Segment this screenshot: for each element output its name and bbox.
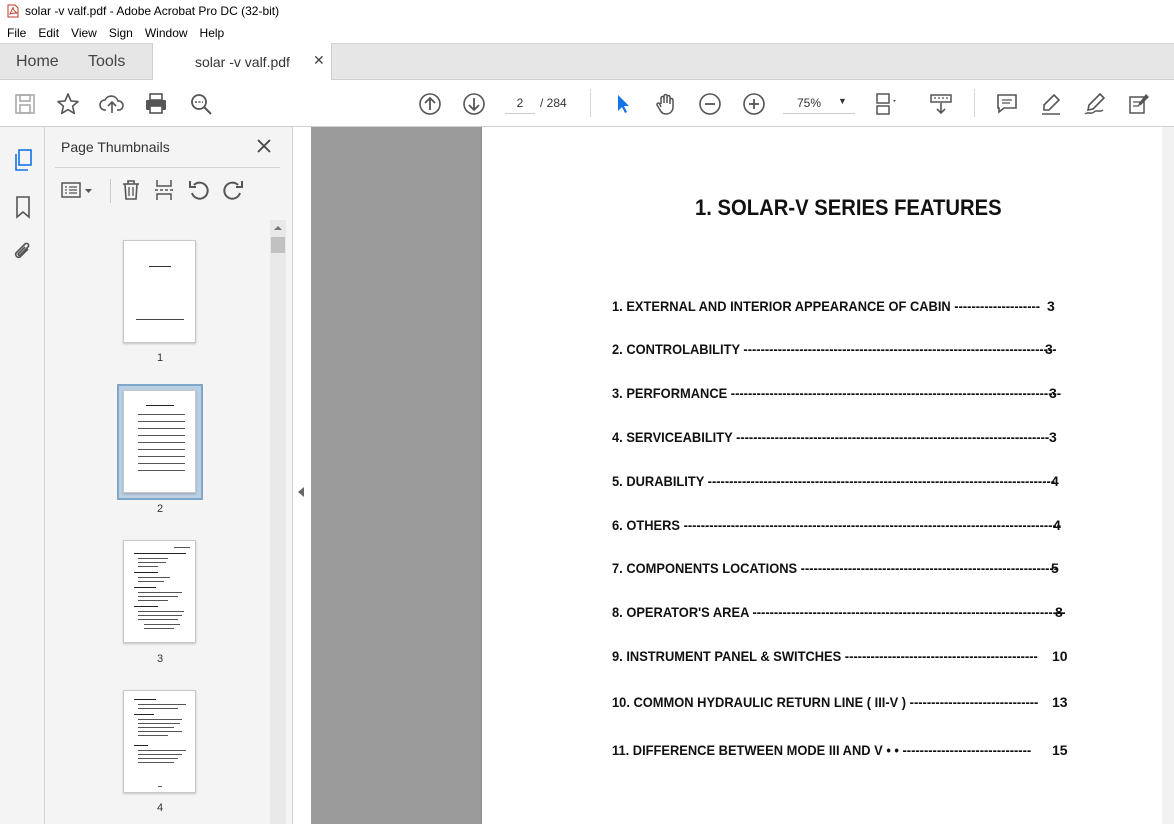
thumbnail-scrollbar-thumb[interactable] [271,237,285,253]
page-total: / 284 [540,96,567,110]
toc-entry-10: 10. COMMON HYDRAULIC RETURN LINE ( III-V… [612,694,1039,710]
page-number-input[interactable] [505,92,535,114]
next-page-icon[interactable] [461,91,487,117]
toc-page-3: 3 [1049,385,1057,401]
options-menu-icon[interactable] [59,177,99,203]
toc-entry-4: 4. SERVICEABILITY ----------------------… [612,429,1050,445]
toc-page-4: 3 [1049,429,1057,445]
comment-icon[interactable] [994,91,1020,117]
toc-entry-3: 3. PERFORMANCE -------------------------… [612,385,1062,401]
menu-edit[interactable]: Edit [32,26,65,40]
thumbnail-label-1: 1 [156,352,164,364]
toc-entry-8: 8. OPERATOR'S AREA ---------------------… [612,604,1066,620]
zoom-value: 75% [797,96,822,110]
thumbnail-label-2: 2 [156,503,164,515]
scroll-mode-icon[interactable] [928,91,954,117]
toc-entry-2: 2. CONTROLABILITY ----------------------… [612,341,1057,357]
menu-help[interactable]: Help [194,26,231,40]
toc-page-9: 10 [1052,648,1068,664]
toc-page-10: 13 [1052,694,1068,710]
close-icon[interactable] [253,135,275,157]
rotate-left-icon[interactable] [186,177,212,203]
tab-document-label: solar -v valf.pdf [195,54,290,70]
select-arrow-icon[interactable] [610,91,636,117]
rotate-right-icon[interactable] [220,177,246,203]
menu-view[interactable]: View [65,26,103,40]
toolbar-divider [974,89,975,117]
panel-title: Page Thumbnails [61,139,170,155]
scroll-up-icon[interactable] [270,220,286,236]
chevron-down-icon: ▼ [838,96,847,106]
toc-entry-11: 11. DIFFERENCE BETWEEN MODE III AND V • … [612,742,1032,758]
insert-page-icon[interactable] [152,177,178,203]
delete-icon[interactable] [118,177,144,203]
close-tab-icon[interactable]: ✕ [313,52,325,69]
page-thumbnail-3[interactable] [123,540,196,643]
toc-entry-9: 9. INSTRUMENT PANEL & SWITCHES ---------… [612,648,1038,664]
acrobat-pdf-icon [6,4,20,18]
page-thumbnail-1[interactable] [123,240,196,343]
page-thumbnail-4[interactable] [123,690,196,793]
draw-icon[interactable] [1082,91,1108,117]
hand-icon[interactable] [653,91,679,117]
bookmark-icon[interactable] [10,194,36,220]
toc-entry-6: 6. OTHERS ------------------------------… [612,517,1062,533]
zoom-out-icon[interactable] [697,91,723,117]
attachment-icon[interactable] [10,239,36,265]
document-scrollbar[interactable] [1162,127,1174,824]
toc-page-5: 4 [1051,473,1059,489]
star-icon[interactable] [55,91,81,117]
tab-bar: Home Tools solar -v valf.pdf ✕ [0,43,1174,81]
menu-file[interactable]: File [0,26,32,40]
tab-home[interactable]: Home [16,53,59,71]
toolbar-divider [590,89,591,117]
fill-sign-icon[interactable] [1126,91,1152,117]
toc-page-6: 4 [1053,517,1061,533]
tab-document[interactable]: solar -v valf.pdf ✕ [152,43,332,81]
window-title: solar -v valf.pdf - Adobe Acrobat Pro DC… [25,4,280,18]
toc-entry-5: 5. DURABILITY --------------------------… [612,473,1056,489]
page-layout-icon[interactable] [872,91,898,117]
print-icon[interactable] [143,91,169,117]
toc-entry-7: 7. COMPONENTS LOCATIONS ----------------… [612,560,1059,576]
toc-entry-1: 1. EXTERNAL AND INTERIOR APPEARANCE OF C… [612,298,1041,314]
collapse-arrow-icon[interactable] [298,487,304,497]
panel-collapse-handle[interactable] [293,127,311,824]
thumbnail-scrollbar[interactable] [270,220,286,824]
page-heading: 1. SOLAR-V SERIES FEATURES [695,195,1002,220]
page-thumbnail-2[interactable] [123,390,196,493]
save-icon[interactable] [12,91,38,117]
highlight-pen-icon[interactable] [1038,91,1064,117]
zoom-in-icon[interactable] [741,91,767,117]
toc-page-2: 3 [1045,341,1053,357]
thumbnail-label-4: 4 [156,802,164,814]
prev-page-icon[interactable] [417,91,443,117]
panel-toolbar-divider [110,179,111,203]
main-toolbar: / 284 75% ▼ [0,80,1174,127]
menu-bar: File Edit View Sign Window Help [0,22,1174,43]
search-zoom-icon[interactable] [188,91,214,117]
thumbnail-label-3: 3 [156,653,164,665]
menu-window[interactable]: Window [139,26,194,40]
navigation-pane [0,127,45,824]
document-background [311,127,481,824]
toc-page-7: 5 [1051,560,1059,576]
toc-page-1: 3 [1047,298,1055,314]
toc-page-11: 15 [1052,742,1068,758]
toc-page-8: 8 [1055,604,1063,620]
panel-divider [55,167,280,168]
upload-cloud-icon[interactable] [99,91,125,117]
menu-sign[interactable]: Sign [103,26,139,40]
tab-tools[interactable]: Tools [88,53,125,71]
title-bar: solar -v valf.pdf - Adobe Acrobat Pro DC… [0,0,1174,22]
zoom-dropdown[interactable]: 75% ▼ [783,92,855,114]
page-thumbnails-icon[interactable] [10,147,36,173]
